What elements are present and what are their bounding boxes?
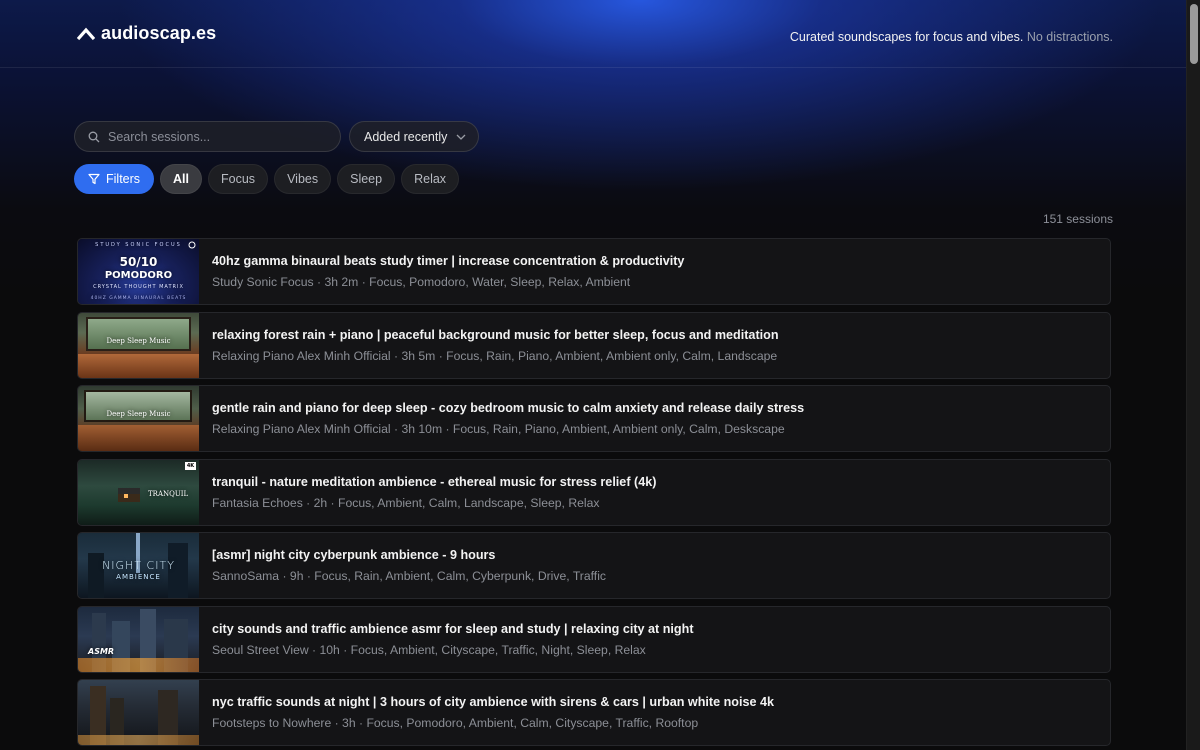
chip-focus[interactable]: Focus (208, 164, 269, 194)
session-title[interactable]: 40hz gamma binaural beats study timer | … (212, 254, 684, 268)
thumb-sub-text: AMBIENCE (116, 573, 161, 581)
filters-label: Filters (106, 172, 141, 186)
scrollbar-thumb[interactable] (1190, 4, 1198, 64)
brand-name: audioscap.es (101, 23, 217, 43)
thumb-main-text: ASMR (88, 646, 115, 656)
session-title[interactable]: city sounds and traffic ambience asmr fo… (212, 622, 694, 636)
session-thumbnail: NIGHT CITY AMBIENCE (78, 533, 199, 598)
thumb-main-text: Deep Sleep Music (106, 336, 171, 345)
thumb-sub-text: POMODORO (104, 270, 173, 281)
tagline-muted: No distractions. (1026, 29, 1113, 44)
chip-sleep[interactable]: Sleep (337, 164, 396, 194)
session-thumbnail (78, 680, 199, 745)
search-icon (88, 131, 100, 142)
chip-relax[interactable]: Relax (401, 164, 460, 194)
session-info: nyc traffic sounds at night | 3 hours of… (199, 695, 774, 730)
session-row[interactable]: ASMR city sounds and traffic ambience as… (77, 605, 1111, 673)
session-meta: Footsteps to Nowhere · 3h · Focus, Pomod… (212, 716, 699, 730)
thumb-badge: 4K (185, 461, 196, 470)
session-row[interactable]: Deep Sleep Music gentle rain and piano f… (77, 385, 1111, 452)
session-row[interactable]: STUDY SONIC FOCUS 50/10 POMODORO CRYSTAL… (77, 238, 1111, 305)
page: audioscap.es Curated soundscapes for foc… (0, 0, 1186, 750)
session-thumbnail: Deep Sleep Music (78, 386, 199, 451)
session-meta: Relaxing Piano Alex Minh Official · 3h 1… (212, 422, 785, 436)
funnel-icon (88, 173, 100, 185)
search-box[interactable] (74, 121, 341, 152)
session-row[interactable]: nyc traffic sounds at night | 3 hours of… (77, 679, 1111, 746)
search-input[interactable] (108, 129, 328, 144)
thumb-bottom-text: 40HZ GAMMA BINAURAL BEATS (90, 296, 187, 301)
channel-logo-icon (188, 241, 196, 249)
page-scrollbar[interactable] (1186, 0, 1200, 750)
thumb-main-text: Deep Sleep Music (106, 410, 171, 418)
tagline-main: Curated soundscapes for focus and vibes. (789, 29, 1024, 44)
filters-button[interactable]: Filters (74, 164, 155, 194)
chevron-up-logo-icon (77, 27, 95, 40)
thumb-main-text: 50/10 (119, 255, 158, 269)
sort-dropdown[interactable]: Added recently (349, 121, 479, 152)
tagline: Curated soundscapes for focus and vibes.… (790, 30, 1113, 44)
session-info: tranquil - nature meditation ambience - … (199, 475, 656, 510)
session-title[interactable]: relaxing forest rain + piano | peaceful … (212, 328, 779, 342)
session-info: city sounds and traffic ambience asmr fo… (199, 622, 694, 657)
thumb-caption-text: CRYSTAL THOUGHT MATRIX (93, 284, 184, 290)
session-meta: Seoul Street View · 10h · Focus, Ambient… (212, 642, 646, 657)
session-title[interactable]: gentle rain and piano for deep sleep - c… (212, 401, 804, 415)
thumb-main-text: TRANQUIL (148, 489, 189, 498)
chevron-down-icon (456, 134, 466, 140)
session-info: gentle rain and piano for deep sleep - c… (199, 401, 804, 436)
session-row[interactable]: Deep Sleep Music relaxing forest rain + … (77, 311, 1111, 379)
chip-vibes[interactable]: Vibes (274, 164, 332, 194)
session-thumbnail: Deep Sleep Music (78, 312, 199, 378)
brand-logo[interactable]: audioscap.es (77, 23, 216, 44)
thumb-top-text: STUDY SONIC FOCUS (95, 242, 182, 248)
session-row[interactable]: 4K TRANQUIL tranquil - nature meditation… (77, 458, 1111, 526)
filter-chips: Filters All Focus Vibes Sleep Relax (74, 164, 1186, 194)
session-meta: Fantasia Echoes · 2h · Focus, Ambient, C… (212, 495, 600, 510)
session-thumbnail: 4K TRANQUIL (78, 459, 199, 525)
session-meta: Relaxing Piano Alex Minh Official · 3h 5… (212, 348, 778, 363)
session-row[interactable]: NIGHT CITY AMBIENCE [asmr] night city cy… (77, 532, 1111, 599)
session-list: STUDY SONIC FOCUS 50/10 POMODORO CRYSTAL… (77, 238, 1111, 746)
chip-all[interactable]: All (160, 164, 203, 194)
thumb-main-text: NIGHT CITY (102, 559, 175, 572)
session-title[interactable]: [asmr] night city cyberpunk ambience - 9… (212, 548, 606, 562)
session-info: relaxing forest rain + piano | peaceful … (199, 328, 779, 363)
session-meta: Study Sonic Focus · 3h 2m · Focus, Pomod… (212, 275, 631, 289)
session-title[interactable]: nyc traffic sounds at night | 3 hours of… (212, 695, 774, 709)
session-thumbnail: STUDY SONIC FOCUS 50/10 POMODORO CRYSTAL… (78, 239, 199, 304)
session-title[interactable]: tranquil - nature meditation ambience - … (212, 475, 656, 489)
session-info: [asmr] night city cyberpunk ambience - 9… (199, 548, 606, 583)
toolbar: Added recently (74, 121, 1186, 152)
session-info: 40hz gamma binaural beats study timer | … (199, 254, 684, 289)
sort-label: Added recently (364, 129, 448, 144)
session-count: 151 sessions (1042, 212, 1113, 226)
session-meta: SannoSama · 9h · Focus, Rain, Ambient, C… (212, 569, 606, 583)
session-thumbnail: ASMR (78, 606, 199, 672)
site-header: audioscap.es Curated soundscapes for foc… (0, 0, 1186, 68)
